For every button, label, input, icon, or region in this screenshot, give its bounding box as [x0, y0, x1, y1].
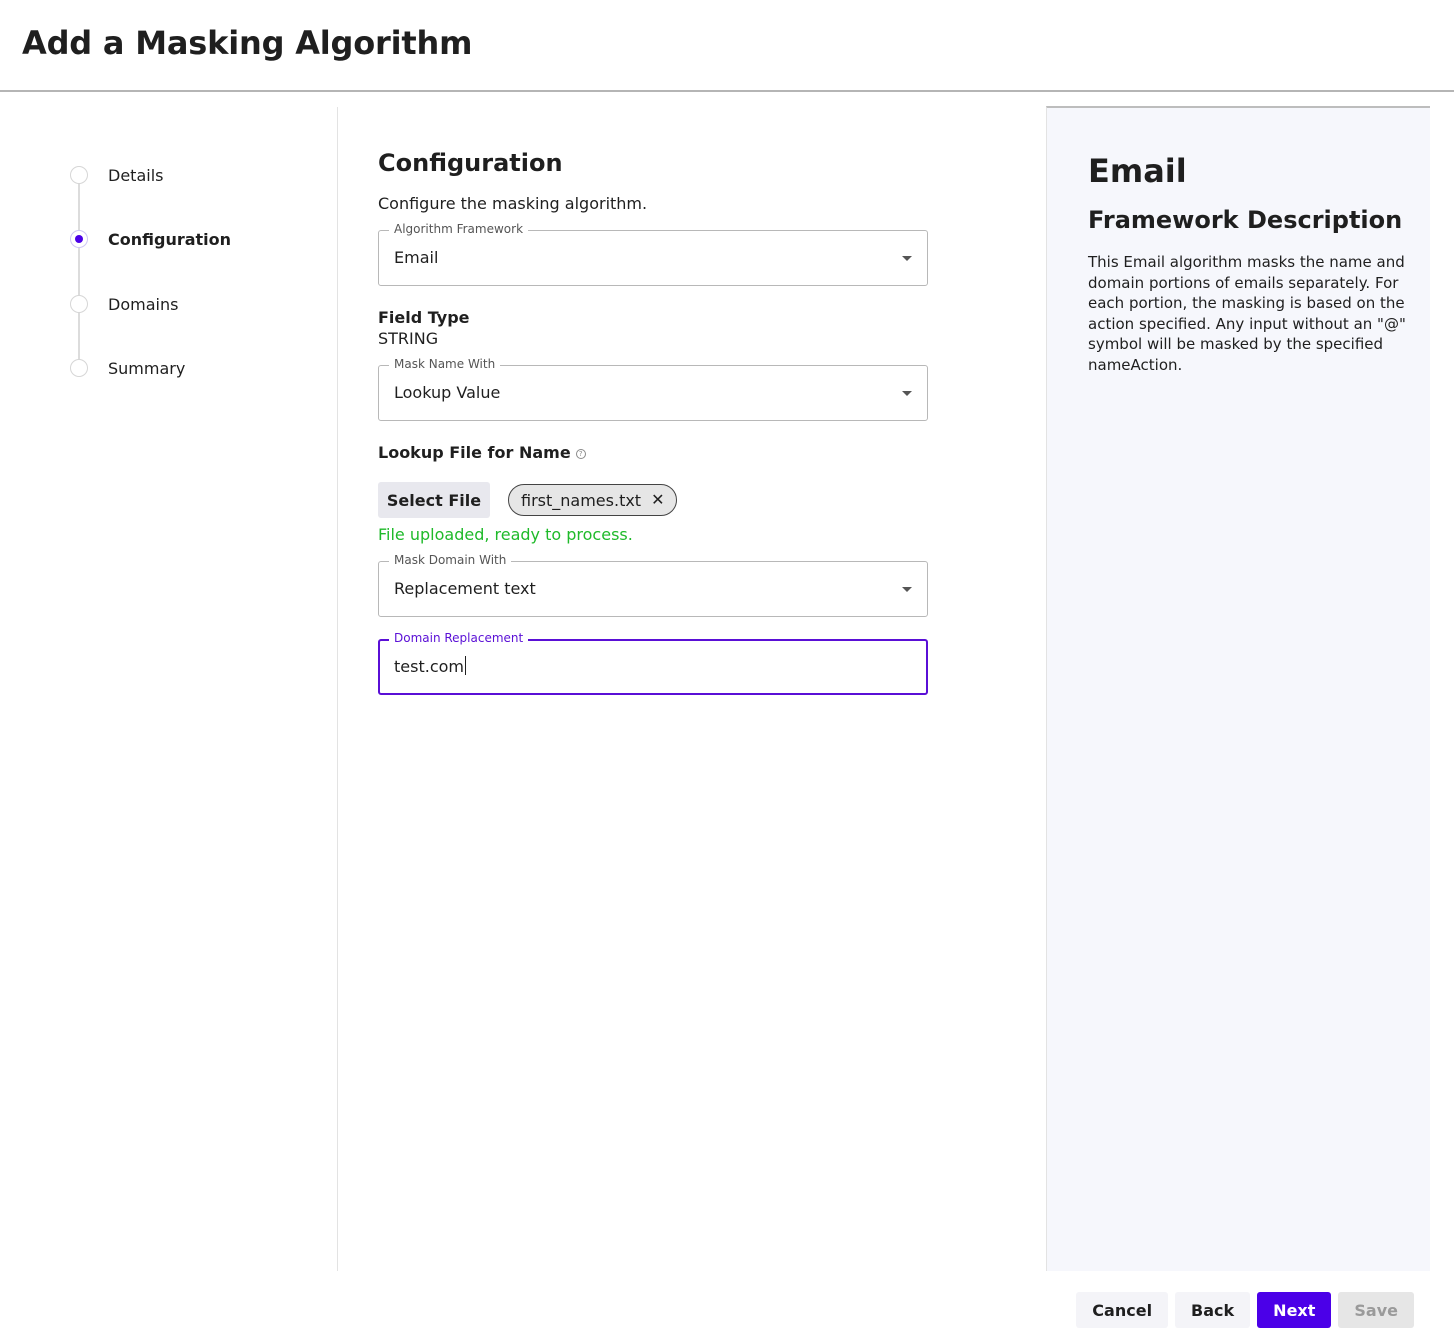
panel-title: Email: [1088, 152, 1187, 190]
step-label: Configuration: [108, 229, 232, 249]
save-button[interactable]: Save: [1338, 1292, 1414, 1328]
page-header: Add a Masking Algorithm: [0, 0, 1454, 92]
step-indicator-icon: [70, 295, 88, 313]
step-indicator-icon: [70, 166, 88, 184]
field-type-value: STRING: [378, 329, 439, 348]
file-chip: first_names.txt ✕: [508, 484, 678, 516]
page-title: Add a Masking Algorithm: [22, 24, 473, 62]
caret-down-icon: [902, 587, 912, 592]
section-title: Configuration: [378, 149, 563, 177]
next-button[interactable]: Next: [1257, 1292, 1332, 1328]
wizard-footer: Cancel Back Next Save: [1076, 1292, 1414, 1328]
wizard-stepper: Details Configuration Domains Summary: [0, 107, 338, 1271]
lookup-file-label: Lookup File for Name: [378, 443, 571, 462]
lookup-file-heading: Lookup File for Name?: [378, 443, 586, 462]
caret-down-icon: [902, 391, 912, 396]
upload-status-message: File uploaded, ready to process.: [378, 525, 633, 544]
mask-domain-with-select[interactable]: Mask Domain With Replacement text: [378, 553, 928, 617]
select-file-button[interactable]: Select File: [378, 482, 490, 518]
back-button[interactable]: Back: [1175, 1292, 1251, 1328]
field-value: Lookup Value: [394, 383, 501, 402]
field-type-label: Field Type: [378, 308, 470, 327]
field-value: Replacement text: [394, 579, 536, 598]
step-configuration[interactable]: Configuration: [70, 229, 231, 249]
field-value-wrapper: test.com: [394, 656, 466, 676]
step-label: Summary: [108, 358, 186, 378]
text-cursor: [464, 656, 466, 675]
stepper-line: [78, 175, 80, 371]
help-icon[interactable]: ?: [575, 449, 586, 459]
file-name: first_names.txt: [521, 490, 642, 510]
framework-description-panel: Email Framework Description This Email a…: [1046, 106, 1430, 1271]
step-indicator-icon: [70, 359, 88, 377]
panel-subtitle: Framework Description: [1088, 206, 1403, 234]
step-label: Details: [108, 165, 164, 185]
section-subtitle: Configure the masking algorithm.: [378, 194, 648, 213]
step-details[interactable]: Details: [70, 165, 163, 185]
algorithm-framework-select[interactable]: Algorithm Framework Email: [378, 222, 928, 286]
step-domains[interactable]: Domains: [70, 294, 178, 314]
step-active-indicator-icon: [70, 230, 88, 248]
field-label: Domain Replacement: [389, 631, 529, 645]
cancel-button[interactable]: Cancel: [1076, 1292, 1169, 1328]
mask-name-with-select[interactable]: Mask Name With Lookup Value: [378, 357, 928, 421]
domain-replacement-input[interactable]: Domain Replacement test.com: [378, 631, 928, 695]
panel-description: This Email algorithm masks the name and …: [1088, 253, 1406, 374]
field-label: Algorithm Framework: [389, 222, 529, 236]
close-icon[interactable]: ✕: [651, 492, 664, 508]
step-summary[interactable]: Summary: [70, 358, 185, 378]
step-label: Domains: [108, 294, 179, 314]
field-label: Mask Domain With: [389, 553, 512, 567]
field-value: test.com: [394, 657, 464, 676]
caret-down-icon: [902, 256, 912, 261]
field-label: Mask Name With: [389, 357, 501, 371]
field-value: Email: [394, 248, 439, 267]
